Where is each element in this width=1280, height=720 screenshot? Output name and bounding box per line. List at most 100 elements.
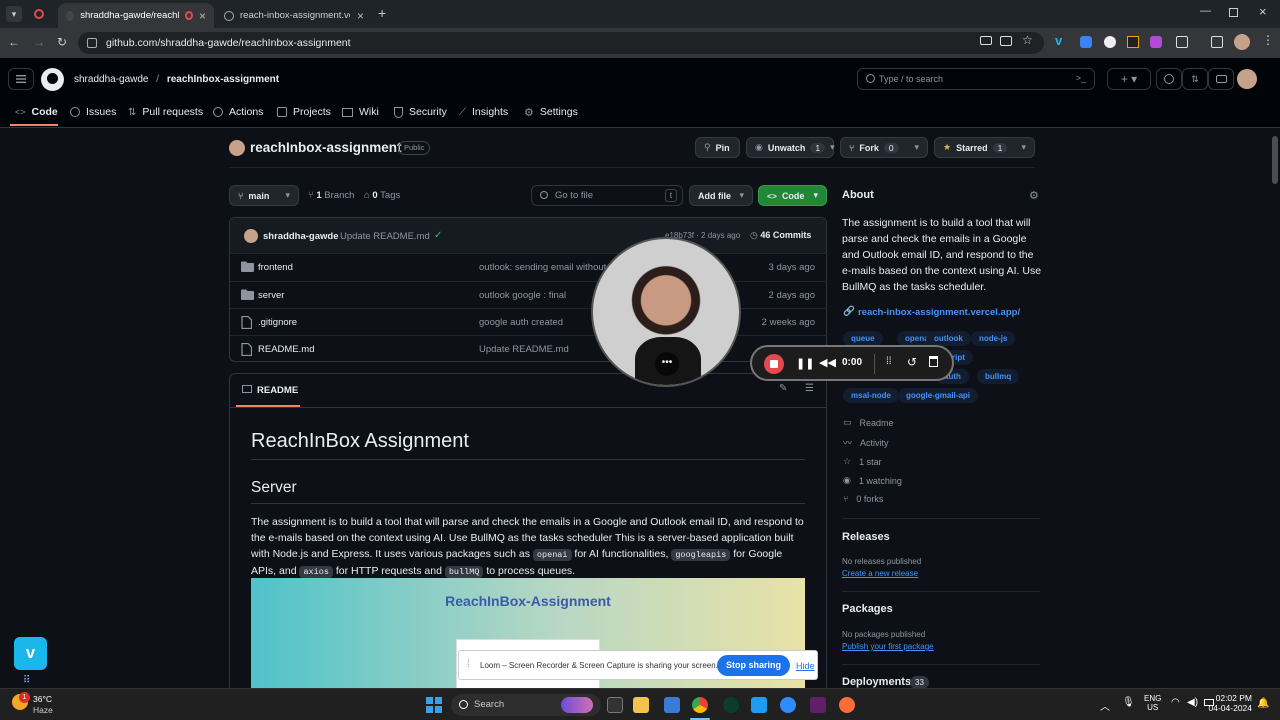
- apps-grid-icon[interactable]: ⠿: [23, 675, 30, 686]
- file-name[interactable]: server: [258, 290, 284, 301]
- forks-link[interactable]: ⑂ 0 forks: [843, 494, 883, 504]
- new-tab-icon[interactable]: +: [378, 5, 386, 21]
- go-to-file-input[interactable]: Go to file t: [531, 185, 683, 206]
- scrollbar-thumb[interactable]: [1272, 136, 1278, 184]
- taskbar-search[interactable]: Search: [451, 694, 601, 716]
- file-commit-message[interactable]: outlook: sending email without: [479, 262, 606, 273]
- file-name[interactable]: .gitignore: [258, 317, 297, 328]
- close-tab-icon[interactable]: ×: [199, 9, 206, 23]
- trash-icon[interactable]: [929, 356, 938, 367]
- fork-button[interactable]: ⑂ Fork 0 ▾: [840, 137, 928, 158]
- unwatch-button[interactable]: ◉ Unwatch 1 ▾: [746, 137, 835, 158]
- commit-author[interactable]: shraddha-gawde: [263, 231, 339, 242]
- camera-icon[interactable]: [980, 36, 992, 45]
- vscode-icon[interactable]: [751, 697, 767, 713]
- github-search-input[interactable]: Type / to search >_: [857, 68, 1095, 90]
- topic-tag[interactable]: queue: [843, 331, 883, 346]
- issues-icon[interactable]: [1156, 68, 1182, 90]
- releases-heading[interactable]: Releases: [842, 531, 890, 543]
- extensions-puzzle-icon[interactable]: [1176, 36, 1188, 48]
- tab-code[interactable]: <> Code: [15, 102, 58, 122]
- file-name[interactable]: README.md: [258, 344, 314, 355]
- user-avatar[interactable]: [1237, 69, 1257, 89]
- tab-vercel[interactable]: reach-inbox-assignment.vercel. ×: [216, 3, 372, 28]
- repo-name[interactable]: reachInbox-assignment: [250, 140, 402, 155]
- maximize-icon[interactable]: [1229, 8, 1238, 17]
- outline-list-icon[interactable]: ☰: [805, 383, 814, 394]
- breadcrumb-owner[interactable]: shraddha-gawde: [74, 74, 149, 85]
- packages-heading[interactable]: Packages: [842, 603, 893, 615]
- topic-tag[interactable]: bullmq: [977, 369, 1020, 384]
- extension-icon[interactable]: [1104, 36, 1116, 48]
- side-panel-icon[interactable]: [1211, 36, 1223, 48]
- hamburger-menu-icon[interactable]: [8, 68, 34, 90]
- tab-wiki[interactable]: Wiki: [342, 102, 379, 122]
- file-name[interactable]: frontend: [258, 262, 293, 273]
- extension-icon[interactable]: [1127, 36, 1139, 48]
- owner-avatar[interactable]: [229, 140, 245, 156]
- more-options-icon[interactable]: •••: [655, 352, 679, 376]
- zoom-icon[interactable]: [780, 697, 796, 713]
- tab-issues[interactable]: Issues: [70, 102, 116, 122]
- topic-tag[interactable]: node-js: [971, 331, 1016, 346]
- activity-link[interactable]: 〰 Activity: [843, 436, 889, 449]
- wifi-icon[interactable]: ◠: [1171, 697, 1180, 708]
- browser-menu-icon[interactable]: ⋮: [1262, 33, 1274, 47]
- topic-tag[interactable]: google-gmail-api: [898, 388, 978, 403]
- tags-link[interactable]: ⌂ 0 Tags: [364, 190, 400, 201]
- add-file-button[interactable]: Add file ▾: [689, 185, 753, 206]
- github-logo-icon[interactable]: [41, 68, 64, 91]
- tab-settings[interactable]: ⚙ Settings: [524, 102, 578, 122]
- restart-icon[interactable]: ↺: [907, 355, 917, 369]
- deployments-heading[interactable]: Deployments: [842, 676, 911, 688]
- profile-avatar[interactable]: [1234, 34, 1250, 50]
- site-info-icon[interactable]: [87, 38, 97, 48]
- extension-icon[interactable]: [1080, 36, 1092, 48]
- pull-requests-icon[interactable]: ⇅: [1182, 68, 1208, 90]
- windows-start-icon[interactable]: [426, 697, 442, 713]
- close-tab-icon[interactable]: ×: [357, 9, 364, 23]
- url-bar[interactable]: github.com/shraddha-gawde/reachInbox-ass…: [78, 32, 1044, 54]
- tab-list-button[interactable]: ▾: [6, 6, 22, 22]
- file-commit-message[interactable]: google auth created: [479, 317, 563, 328]
- vimeo-extension-icon[interactable]: v: [1055, 33, 1062, 48]
- inbox-icon[interactable]: [1208, 68, 1234, 90]
- task-view-icon[interactable]: [607, 697, 623, 713]
- vimeo-record-icon[interactable]: v: [14, 637, 47, 670]
- close-window-icon[interactable]: ×: [1259, 4, 1267, 19]
- store-icon[interactable]: [664, 697, 680, 713]
- extension-icon[interactable]: [1150, 36, 1162, 48]
- mongodb-icon[interactable]: [723, 697, 739, 713]
- tab-github[interactable]: shraddha-gawde/reachInbox ×: [58, 3, 214, 28]
- drag-handle-icon[interactable]: ⁞: [467, 659, 470, 670]
- tab-actions[interactable]: Actions: [213, 102, 263, 122]
- branches-link[interactable]: ⑂ 1 Branch: [308, 190, 354, 201]
- rewind-icon[interactable]: ◀◀: [819, 356, 836, 369]
- page-scrollbar[interactable]: [1270, 128, 1280, 688]
- language-indicator[interactable]: ENG US: [1144, 694, 1161, 712]
- reload-icon[interactable]: ↻: [57, 35, 67, 49]
- chrome-icon[interactable]: [692, 697, 708, 713]
- breadcrumb-repo[interactable]: reachInbox-assignment: [167, 74, 279, 85]
- tab-insights[interactable]: ⟋ Insights: [459, 102, 508, 122]
- commit-message[interactable]: Update README.md: [340, 231, 430, 242]
- stop-sharing-button[interactable]: Stop sharing: [717, 655, 791, 676]
- edit-pencil-icon[interactable]: ✎: [779, 383, 787, 394]
- webcam-bubble[interactable]: •••: [591, 237, 741, 387]
- minimize-icon[interactable]: —: [1200, 5, 1211, 17]
- create-release-link[interactable]: Create a new release: [842, 569, 918, 578]
- bookmark-star-icon[interactable]: ☆: [1022, 33, 1033, 47]
- pause-icon[interactable]: ❚❚: [796, 357, 814, 370]
- topic-tag[interactable]: outlook: [926, 331, 971, 346]
- notifications-bell-icon[interactable]: 🔔: [1257, 698, 1269, 709]
- file-row[interactable]: frontend outlook: sending email without 3 …: [230, 253, 827, 280]
- slack-icon[interactable]: [810, 697, 826, 713]
- tab-pull-requests[interactable]: ⇅ Pull requests: [128, 102, 203, 122]
- author-avatar[interactable]: [244, 229, 258, 243]
- code-button[interactable]: <> Code ▾: [758, 185, 827, 206]
- watching-link[interactable]: ◉ 1 watching: [843, 475, 902, 486]
- file-commit-message[interactable]: outlook google : final: [479, 290, 566, 301]
- create-new-button[interactable]: + ▾: [1107, 68, 1151, 90]
- website-link[interactable]: reach-inbox-assignment.vercel.app/: [858, 307, 1020, 318]
- file-row[interactable]: README.mdUpdate README.md2 days ago: [230, 335, 827, 362]
